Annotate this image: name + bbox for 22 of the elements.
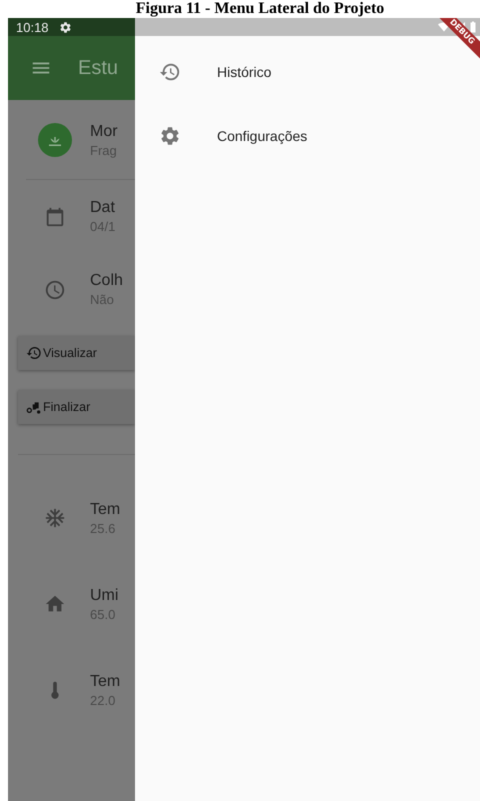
history-icon [159,61,181,83]
list-item-title: Colh [90,272,123,290]
snowflake-icon [44,507,66,529]
list-item-title: Tem [90,500,120,518]
drawer-item[interactable]: Configurações [135,104,480,168]
list-item-title: Dat [90,199,116,217]
action-button[interactable]: Visualizar [18,336,135,370]
settings-icon [58,20,72,34]
list-item-title: Umi [90,586,118,604]
history-icon [26,345,42,361]
status-time: 10:18 [16,20,49,34]
list-item-title: Mor [90,122,118,140]
app-bar-title: Estu [78,56,118,80]
calendar-icon [44,206,66,228]
action-button[interactable]: Finalizar [18,390,135,424]
clock-icon [44,278,66,300]
battery-icon [470,21,476,33]
settings-icon [159,125,181,147]
list-item-title: Tem [90,672,120,690]
drawer-item-label: Histórico [217,64,272,80]
drawer-item-label: Configurações [217,128,308,144]
figure-caption: Figura 11 - Menu Lateral do Projeto [134,0,386,18]
